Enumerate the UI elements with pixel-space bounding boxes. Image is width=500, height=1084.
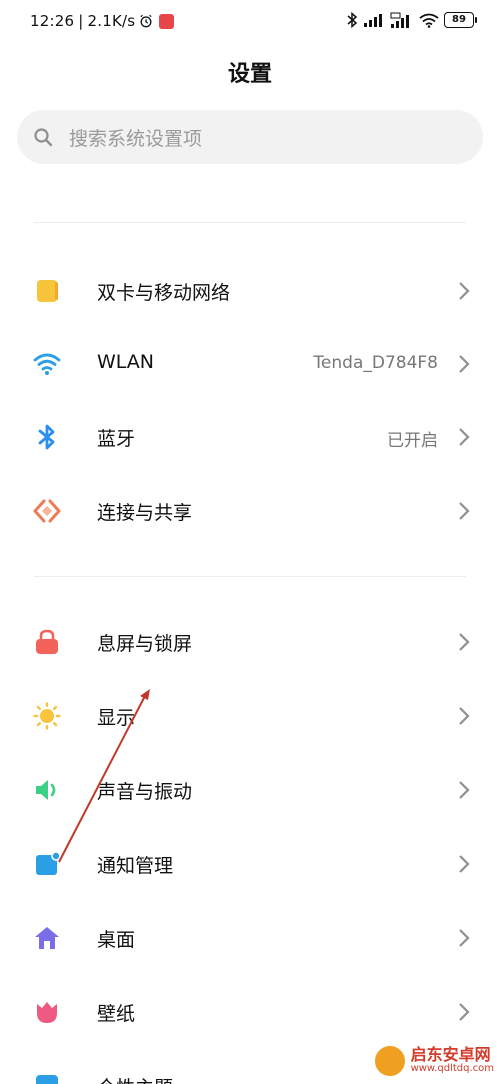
settings-item-value: 已开启 [387,431,438,451]
settings-item-wlan[interactable]: WLAN Tenda_D784F8 [0,334,500,394]
status-separator: | [78,12,84,30]
watermark: 启东安卓网 www.qdltdq.com [372,1044,494,1078]
settings-item-label: 个性主题 [97,1073,173,1084]
chevron-right-icon [459,428,470,446]
settings-item-connection-sharing[interactable]: 连接与共享 [0,481,500,541]
tulip-icon [37,1002,57,1023]
settings-item-bluetooth[interactable]: 蓝牙 已开启 [0,407,500,467]
notification-icon [36,851,61,875]
sun-icon [33,702,61,730]
settings-item-label: 声音与振动 [97,781,193,803]
chevron-right-icon [459,707,470,725]
watermark-url: www.qdltdq.com [410,1063,494,1075]
alarm-clock-icon [140,14,152,28]
network-speed: 2.1K/s [87,12,136,30]
search-input[interactable]: 搜索系统设置项 [17,110,483,164]
settings-item-display[interactable]: 显示 [0,686,500,746]
chevron-right-icon [459,1003,470,1021]
chevron-right-icon [459,502,470,520]
watermark-text: 启东安卓网 www.qdltdq.com [411,1047,494,1074]
divider [34,576,466,577]
chevron-right-icon [459,355,470,373]
home-icon [35,927,59,949]
settings-item-label: WLAN [97,351,155,373]
chevron-right-icon [459,855,470,873]
wifi-icon [33,353,61,375]
chevron-right-icon [459,781,470,799]
settings-item-sound[interactable]: 声音与振动 [0,760,500,820]
signal-sim1-icon [364,14,382,27]
settings-item-lock-screen[interactable]: 息屏与锁屏 [0,612,500,672]
divider [34,222,466,223]
settings-item-label: 息屏与锁屏 [97,633,193,655]
battery-indicator: 89 [444,12,477,28]
status-time: 12:26 [30,12,75,30]
status-right: 89 [346,12,477,28]
settings-item-wallpaper[interactable]: 壁纸 [0,982,500,1042]
app-notification-icon [159,13,175,29]
chevron-right-icon [459,633,470,651]
settings-item-label: 桌面 [97,929,136,951]
theme-icon [36,1075,58,1084]
signal-sim2-hd-icon [390,12,409,28]
wifi-status-icon [419,13,439,28]
settings-item-label: 蓝牙 [97,428,136,450]
watermark-name: 启东安卓网 [410,1045,491,1065]
status-bar: 12:26 | 2.1K/s 89 [0,0,500,44]
settings-item-label: 通知管理 [97,855,174,877]
search-icon [34,128,53,147]
settings-item-label: 壁纸 [97,1003,136,1025]
page-title: 设置 [227,62,272,87]
settings-item-dual-sim[interactable]: 双卡与移动网络 [0,261,500,321]
speaker-icon [36,780,56,800]
chevron-right-icon [459,282,470,300]
lock-icon [36,629,58,654]
search-placeholder: 搜索系统设置项 [69,127,203,150]
chevron-right-icon [459,929,470,947]
status-left: 12:26 | 2.1K/s [30,12,175,30]
connection-share-icon [33,499,61,523]
sim-card-icon [37,280,58,302]
settings-item-label: 双卡与移动网络 [97,282,231,304]
bluetooth-status-icon [347,12,358,28]
settings-item-notifications[interactable]: 通知管理 [0,834,500,894]
settings-item-label: 显示 [97,707,136,729]
settings-item-label: 连接与共享 [97,502,193,524]
watermark-logo-icon [372,1044,407,1078]
settings-item-value: Tenda_D784F8 [313,353,438,373]
settings-item-home-screen[interactable]: 桌面 [0,908,500,968]
bluetooth-icon [38,424,55,450]
